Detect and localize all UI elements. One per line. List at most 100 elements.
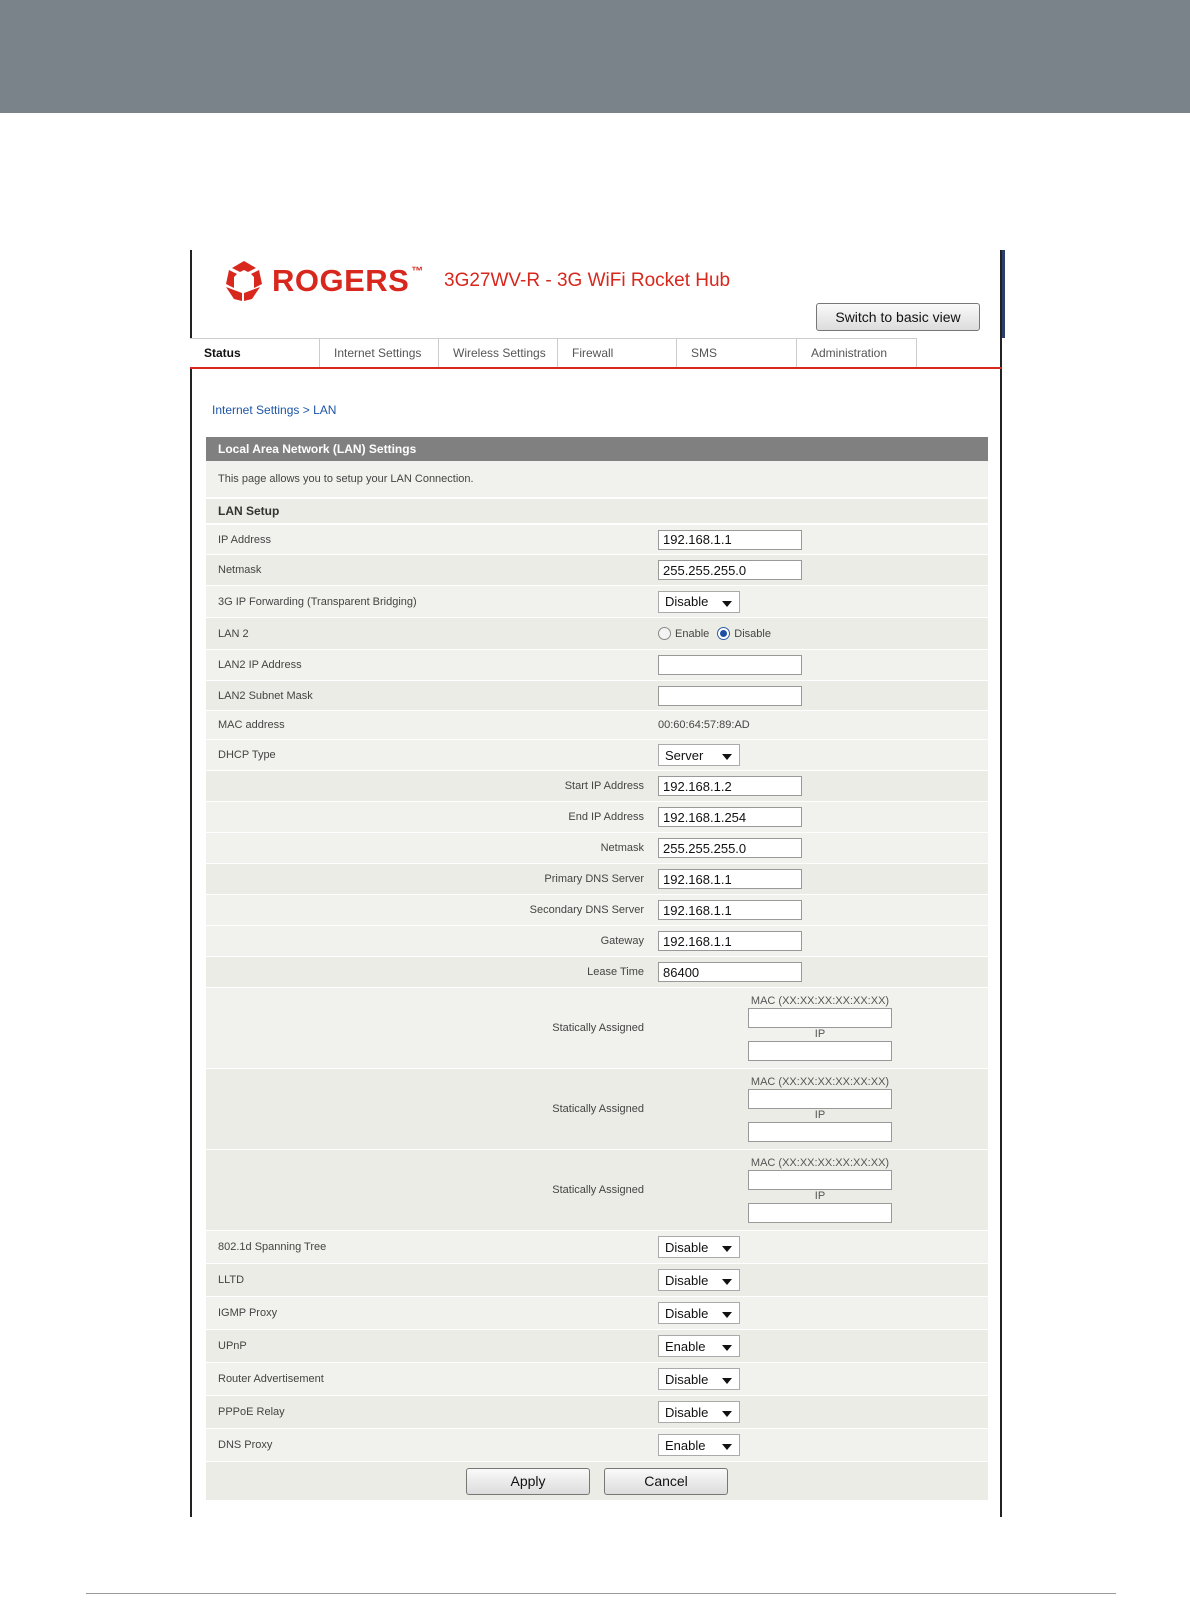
igmp-row: IGMP Proxy Disable	[206, 1297, 988, 1330]
rogers-logo-icon	[226, 261, 262, 301]
dns-proxy-value: Enable	[665, 1437, 706, 1453]
tab-sms[interactable]: SMS	[677, 338, 797, 367]
mac-value: 00:60:64:57:89:AD	[658, 719, 750, 731]
tab-status[interactable]: Status	[190, 338, 320, 367]
tab-internet-settings[interactable]: Internet Settings	[320, 338, 439, 367]
pppoe-row: PPPoE Relay Disable	[206, 1396, 988, 1429]
lan2-label: LAN 2	[218, 627, 249, 640]
lan2-ip-input[interactable]	[658, 655, 802, 675]
secondary-dns-input[interactable]	[658, 900, 802, 920]
static-assigned-label: Statically Assigned	[552, 1184, 644, 1196]
lease-time-input[interactable]	[658, 962, 802, 982]
switch-to-basic-view-button[interactable]: Switch to basic view	[816, 303, 980, 331]
main-tabs: Status Internet Settings Wireless Settin…	[190, 338, 1002, 369]
lan2-disable-radio[interactable]	[717, 627, 731, 640]
lan2-enable-radio[interactable]	[658, 627, 671, 640]
forwarding-select[interactable]: Disable	[658, 590, 740, 613]
primary-dns-input[interactable]	[658, 869, 802, 889]
tab-firewall[interactable]: Firewall	[558, 338, 677, 367]
lan2-mask-row: LAN2 Subnet Mask	[206, 681, 988, 711]
chevron-down-icon	[722, 1279, 732, 1285]
lan2-ip-label: LAN2 IP Address	[218, 659, 302, 671]
static-ip-input[interactable]	[748, 1041, 892, 1061]
lan-settings-panel: Local Area Network (LAN) Settings This p…	[206, 437, 988, 1500]
tab-administration[interactable]: Administration	[797, 338, 917, 367]
upnp-select[interactable]: Enable	[658, 1335, 740, 1357]
end-ip-input[interactable]	[658, 807, 802, 827]
igmp-label: IGMP Proxy	[218, 1307, 278, 1319]
start-ip-input[interactable]	[658, 776, 802, 796]
tab-wireless-settings[interactable]: Wireless Settings	[439, 338, 558, 367]
dhcp-netmask-row: Netmask	[206, 833, 988, 864]
action-buttons: Apply Cancel	[206, 1462, 988, 1500]
lltd-select[interactable]: Disable	[658, 1269, 740, 1291]
static-mac-input[interactable]	[748, 1089, 892, 1109]
end-ip-label: End IP Address	[568, 811, 644, 823]
gateway-row: Gateway	[206, 926, 988, 957]
netmask-label: Netmask	[218, 564, 262, 576]
static-mac-input[interactable]	[748, 1008, 892, 1028]
static-assigned-label: Statically Assigned	[552, 1103, 644, 1115]
netmask-input[interactable]	[658, 560, 802, 580]
ip-address-label: IP Address	[218, 533, 271, 546]
apply-button[interactable]: Apply	[466, 1467, 590, 1495]
section-description: This page allows you to setup your LAN C…	[206, 461, 988, 499]
mac-row: MAC address 00:60:64:57:89:AD	[206, 711, 988, 740]
dhcp-type-select[interactable]: Server	[658, 744, 740, 766]
chevron-down-icon	[722, 1444, 732, 1450]
forwarding-row: 3G IP Forwarding (Transparent Bridging) …	[206, 586, 988, 618]
dhcp-type-label: DHCP Type	[218, 749, 276, 761]
static-mac-caption: MAC (XX:XX:XX:XX:XX:XX)	[750, 995, 890, 1007]
static-assignment-row: Statically Assigned MAC (XX:XX:XX:XX:XX:…	[206, 1150, 988, 1231]
ip-address-row: IP Address	[206, 525, 988, 555]
spanning-tree-label: 802.1d Spanning Tree	[218, 1241, 327, 1253]
section-title: Local Area Network (LAN) Settings	[206, 437, 988, 461]
router-adv-row: Router Advertisement Disable	[206, 1363, 988, 1396]
cancel-button[interactable]: Cancel	[604, 1467, 728, 1495]
scrollbar[interactable]	[1002, 250, 1005, 338]
static-ip-input[interactable]	[748, 1203, 892, 1223]
product-title: 3G27WV-R - 3G WiFi Rocket Hub	[444, 270, 731, 291]
document-header-bar	[0, 0, 1190, 113]
chevron-down-icon	[722, 1312, 732, 1318]
router-adv-select[interactable]: Disable	[658, 1368, 740, 1390]
rogers-logo: ROGERS ™	[222, 256, 423, 306]
breadcrumb[interactable]: Internet Settings > LAN	[212, 403, 336, 417]
dns-proxy-label: DNS Proxy	[218, 1439, 273, 1451]
static-mac-input[interactable]	[748, 1170, 892, 1190]
static-mac-caption: MAC (XX:XX:XX:XX:XX:XX)	[750, 1076, 890, 1088]
chevron-down-icon	[722, 1345, 732, 1351]
upnp-value: Enable	[665, 1338, 706, 1354]
forwarding-value: Disable	[665, 594, 709, 609]
logo-trademark: ™	[411, 264, 424, 278]
secondary-dns-label: Secondary DNS Server	[529, 904, 644, 916]
ip-address-input[interactable]	[658, 529, 802, 550]
lan2-mask-input[interactable]	[658, 685, 802, 706]
static-mac-caption: MAC (XX:XX:XX:XX:XX:XX)	[750, 1157, 890, 1169]
dhcp-netmask-input[interactable]	[658, 838, 802, 858]
spanning-tree-value: Disable	[665, 1239, 709, 1255]
chevron-down-icon	[722, 600, 732, 607]
gateway-input[interactable]	[658, 931, 802, 951]
primary-dns-label: Primary DNS Server	[544, 873, 644, 885]
mac-label: MAC address	[218, 719, 285, 731]
spanning-tree-row: 802.1d Spanning Tree Disable	[206, 1231, 988, 1264]
static-ip-caption: IP	[814, 1109, 826, 1121]
lan2-mask-label: LAN2 Subnet Mask	[218, 689, 313, 702]
pppoe-select[interactable]: Disable	[658, 1401, 740, 1423]
router-adv-label: Router Advertisement	[218, 1373, 324, 1385]
static-assignment-row: Statically Assigned MAC (XX:XX:XX:XX:XX:…	[206, 1069, 988, 1150]
router-admin-window: ROGERS ™ 3G27WV-R - 3G WiFi Rocket Hub S…	[190, 250, 1005, 1517]
dns-proxy-select[interactable]: Enable	[658, 1434, 740, 1456]
lltd-value: Disable	[665, 1272, 709, 1288]
dhcp-netmask-label: Netmask	[600, 842, 644, 854]
page-divider	[86, 1593, 1116, 1594]
spanning-tree-select[interactable]: Disable	[658, 1236, 740, 1258]
start-ip-row: Start IP Address	[206, 771, 988, 802]
end-ip-row: End IP Address	[206, 802, 988, 833]
lltd-label: LLTD	[218, 1274, 245, 1286]
static-ip-caption: IP	[814, 1028, 826, 1040]
igmp-select[interactable]: Disable	[658, 1302, 740, 1324]
chevron-down-icon	[722, 754, 732, 760]
static-ip-input[interactable]	[748, 1122, 892, 1142]
